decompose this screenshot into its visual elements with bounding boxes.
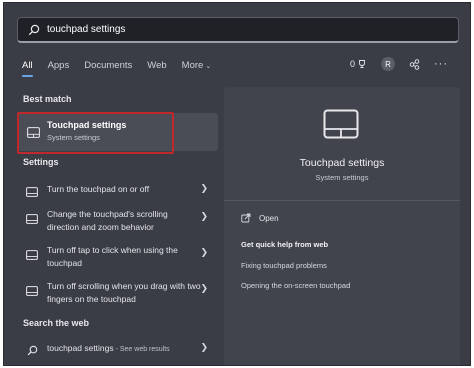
chevron-right-icon: ❯ bbox=[200, 247, 208, 257]
open-action[interactable]: Open bbox=[241, 213, 279, 223]
touchpad-icon bbox=[26, 184, 38, 202]
search-icon bbox=[27, 23, 41, 37]
best-match-heading: Best match bbox=[23, 94, 72, 104]
search-box[interactable] bbox=[17, 17, 459, 43]
more-options-icon[interactable]: ··· bbox=[434, 58, 448, 70]
touchpad-icon bbox=[26, 247, 38, 265]
setting-item-two-finger-scroll[interactable]: Turn off scrolling when you drag with tw… bbox=[17, 279, 218, 309]
setting-item-toggle-touchpad[interactable]: Turn the touchpad on or off ❯ bbox=[17, 179, 218, 199]
touchpad-icon bbox=[27, 125, 40, 143]
touchpad-icon bbox=[26, 211, 38, 229]
search-icon bbox=[27, 343, 38, 361]
tab-documents[interactable]: Documents bbox=[84, 60, 132, 71]
settings-heading: Settings bbox=[23, 157, 59, 167]
setting-item-label: Turn the touchpad on or off bbox=[47, 184, 150, 194]
toolbar-icons: 0 R ··· bbox=[336, 56, 448, 72]
setting-item-label: Change the touchpad's scrolling directio… bbox=[47, 209, 168, 232]
web-search-text: touchpad settings - See web results bbox=[47, 343, 170, 353]
tab-apps[interactable]: Apps bbox=[48, 60, 70, 71]
help-link-onscreen[interactable]: Opening the on-screen touchpad bbox=[241, 281, 350, 290]
search-input[interactable] bbox=[47, 24, 427, 35]
chevron-right-icon: ❯ bbox=[200, 211, 208, 221]
chevron-right-icon: ❯ bbox=[200, 342, 208, 352]
chevron-right-icon: ❯ bbox=[200, 183, 208, 193]
points-count: 0 bbox=[349, 59, 355, 69]
details-divider bbox=[224, 200, 460, 201]
trophy-icon bbox=[359, 60, 365, 68]
best-match-title: Touchpad settings bbox=[47, 120, 127, 130]
avatar[interactable]: R bbox=[381, 57, 395, 71]
web-results-hint: - See web results bbox=[113, 346, 170, 353]
chevron-down-icon: ⌄ bbox=[205, 62, 212, 70]
share-icon[interactable] bbox=[409, 58, 420, 70]
details-panel: Touchpad settings System settings Open G… bbox=[224, 87, 460, 365]
details-subtitle: System settings bbox=[315, 173, 369, 182]
help-heading: Get quick help from web bbox=[241, 240, 329, 249]
best-match-subtitle: System settings bbox=[47, 133, 100, 142]
filter-tabs: All Apps Documents Web More ⌄ bbox=[22, 57, 226, 77]
tab-more-label: More bbox=[181, 59, 204, 71]
search-web-heading: Search the web bbox=[23, 318, 90, 328]
open-label: Open bbox=[259, 213, 279, 223]
help-link-fixing[interactable]: Fixing touchpad problems bbox=[241, 261, 327, 270]
chevron-right-icon: ❯ bbox=[200, 283, 208, 293]
setting-item-label: Turn off scrolling when you drag with tw… bbox=[47, 281, 201, 304]
web-query: touchpad settings bbox=[47, 343, 114, 353]
rewards-points[interactable]: 0 bbox=[350, 59, 367, 69]
web-search-result[interactable]: touchpad settings - See web results ❯ bbox=[17, 340, 218, 358]
details-title: Touchpad settings bbox=[299, 157, 385, 169]
touchpad-icon bbox=[26, 283, 38, 301]
open-external-icon bbox=[241, 213, 251, 223]
setting-item-scroll-direction[interactable]: Change the touchpad's scrolling directio… bbox=[17, 207, 218, 237]
search-panel: All Apps Documents Web More⌄ 0 R ··· bbox=[3, 2, 471, 366]
touchpad-icon bbox=[323, 109, 359, 144]
setting-item-tap-to-click[interactable]: Turn off tap to click when using the tou… bbox=[17, 243, 218, 273]
tab-all[interactable]: All bbox=[22, 60, 33, 77]
tab-more[interactable]: More ⌄ bbox=[182, 60, 212, 71]
setting-item-label: Turn off tap to click when using the tou… bbox=[47, 245, 178, 268]
tab-web[interactable]: Web bbox=[147, 60, 166, 71]
